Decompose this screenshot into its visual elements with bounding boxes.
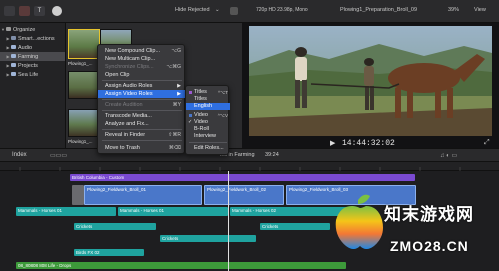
- sidebar-item-organize[interactable]: ▼ Organize: [0, 25, 65, 34]
- menu-item-create-audition[interactable]: Create Audition ⌘Y: [98, 101, 186, 109]
- submenu-item-video-role[interactable]: Video ^⌥V: [186, 112, 230, 119]
- timeline-clip[interactable]: British Columbia - Custom: [70, 174, 415, 181]
- menu-item-assign-video-roles[interactable]: Assign Video Roles ▶: [98, 90, 186, 98]
- watermark-title: 知末游戏网: [384, 205, 474, 224]
- menu-separator: [102, 129, 182, 130]
- library-sidebar: ▼ Organize ▶ Smart...ections ▶ Audio ▶ Farmi…: [0, 23, 66, 148]
- import-icon[interactable]: [52, 6, 62, 16]
- edit-append-icon[interactable]: ▭▭▭: [50, 152, 67, 159]
- submenu-item-b-roll[interactable]: B-Roll: [186, 126, 230, 133]
- event-icon: [11, 54, 16, 58]
- timeline-clip[interactable]: Mammals - Horses 01: [118, 207, 228, 216]
- submenu-item-edit-roles[interactable]: Edit Roles...: [186, 145, 230, 152]
- playhead[interactable]: [228, 171, 229, 271]
- titles-icon[interactable]: T: [34, 6, 45, 16]
- library-icon[interactable]: [4, 6, 15, 16]
- clip-label: Plowing1_...: [68, 61, 93, 66]
- role-color-swatch: [189, 91, 192, 94]
- clip-thumbnail[interactable]: [68, 29, 100, 59]
- toolbar: T Hide Rejected ⌄ 720p HD 23.98p, Mono P…: [0, 0, 499, 23]
- timeline-clip[interactable]: Crickets: [74, 223, 156, 230]
- video-roles-submenu: Titles ^⌥T Titles English Video ^⌥V ✓ Video…: [185, 85, 230, 155]
- sidebar-item-smart-collections[interactable]: ▶ Smart...ections: [0, 34, 65, 43]
- ruler-ticks: [19, 167, 461, 171]
- menu-item-transcode-media[interactable]: Transcode Media...: [98, 112, 186, 120]
- timeline-toolbar: Index ▭▭▭ les in Farming 39:24 ♫ ◐ ▭: [0, 148, 499, 162]
- sidebar-item-audio[interactable]: ▶ Audio: [0, 43, 65, 52]
- fullscreen-icon[interactable]: ⤢: [484, 139, 490, 147]
- play-icon[interactable]: ▶: [330, 139, 335, 147]
- timeline-clip[interactable]: Birds FX 02: [74, 249, 144, 256]
- timeline-clip[interactable]: Plowing2_Fieldwork_Broll_02: [204, 185, 284, 205]
- clip-label: Plowing1_...: [68, 139, 93, 144]
- menu-item-new-multicam-clip[interactable]: New Multicam Clip...: [98, 55, 186, 63]
- viewer-timecode: 14:44:32:02: [342, 139, 395, 148]
- sidebar-item-projects[interactable]: ▶ Projects: [0, 61, 65, 70]
- viewer-frame: [249, 26, 492, 136]
- event-icon: [11, 72, 16, 76]
- project-title: Plowing1_Preparation_Broll_09: [340, 7, 418, 13]
- sidebar-item-sea-life[interactable]: ▶ Sea Life: [0, 70, 65, 79]
- clip-thumbnail[interactable]: [68, 109, 100, 137]
- audio-skimming-icon[interactable]: ♫ ◐ ▭: [440, 152, 457, 159]
- submenu-item-interview[interactable]: Interview: [186, 133, 230, 140]
- submenu-arrow-icon: ▶: [177, 91, 181, 97]
- timeline-clip[interactable]: Crickets: [160, 235, 256, 242]
- checkmark-icon: ✓: [188, 119, 193, 125]
- submenu-item-english[interactable]: English: [186, 103, 230, 110]
- menu-separator: [102, 110, 182, 111]
- timeline-clip[interactable]: 08_80808 808 Life - Drops: [16, 262, 346, 269]
- index-button[interactable]: Index: [12, 152, 27, 158]
- zoom-level[interactable]: 39%: [448, 7, 459, 13]
- menu-item-analyze-and-fix[interactable]: Analyze and Fix...: [98, 120, 186, 128]
- library-icon: [6, 27, 11, 31]
- timeline-clip[interactable]: Crickets: [260, 223, 330, 230]
- event-icon: [11, 63, 16, 67]
- sidebar-item-farming[interactable]: ▶ Farming: [0, 52, 65, 61]
- menu-separator: [102, 99, 182, 100]
- watermark: 知末游戏网 ZMO28.CN: [330, 192, 499, 271]
- menu-item-new-compound-clip[interactable]: New Compound Clip... ⌥G: [98, 47, 186, 55]
- timeline-ruler[interactable]: [0, 162, 499, 171]
- timeline-clip[interactable]: [72, 185, 84, 205]
- folder-icon: [11, 36, 16, 40]
- menu-item-synchronize-clips[interactable]: Synchronize Clips... ⌥⌘G: [98, 63, 186, 71]
- video-frame: [249, 26, 492, 136]
- viewer: 14:44:32:02 ▶ ⤢: [242, 23, 499, 148]
- menu-separator: [102, 80, 182, 81]
- submenu-arrow-icon: ▶: [177, 83, 181, 89]
- menu-item-open-clip[interactable]: Open Clip: [98, 71, 186, 79]
- filmstrip-icon[interactable]: [230, 7, 238, 15]
- submenu-item-titles-role[interactable]: Titles ^⌥T: [186, 89, 230, 96]
- project-duration: 39:24: [265, 152, 279, 158]
- role-color-swatch: [189, 114, 192, 117]
- context-menu: New Compound Clip... ⌥G New Multicam Clip…: [97, 44, 186, 154]
- watermark-url: ZMO28.CN: [390, 238, 469, 254]
- view-menu[interactable]: View: [474, 7, 486, 13]
- submenu-item-video-subrole[interactable]: ✓ Video: [186, 119, 230, 126]
- clip-thumbnail[interactable]: [68, 71, 100, 99]
- menu-item-assign-audio-roles[interactable]: Assign Audio Roles ▶: [98, 82, 186, 90]
- menu-item-move-to-trash[interactable]: Move to Trash ⌘⌫: [98, 144, 186, 152]
- timeline-clip[interactable]: Plowing2_Fieldwork_Broll_01: [84, 185, 202, 205]
- format-label: 720p HD 23.98p, Mono: [256, 7, 308, 13]
- menu-separator: [102, 140, 182, 141]
- filter-label[interactable]: Hide Rejected: [175, 7, 210, 13]
- menu-separator: [189, 142, 227, 143]
- photos-icon[interactable]: [19, 6, 30, 16]
- timeline-clip[interactable]: Mammals - Horses 01: [16, 207, 116, 216]
- submenu-item-titles-subrole[interactable]: Titles: [186, 96, 230, 103]
- filter-chevron-icon[interactable]: ⌄: [215, 7, 220, 13]
- event-icon: [11, 45, 16, 49]
- menu-item-reveal-in-finder[interactable]: Reveal in Finder ⇧⌘R: [98, 131, 186, 139]
